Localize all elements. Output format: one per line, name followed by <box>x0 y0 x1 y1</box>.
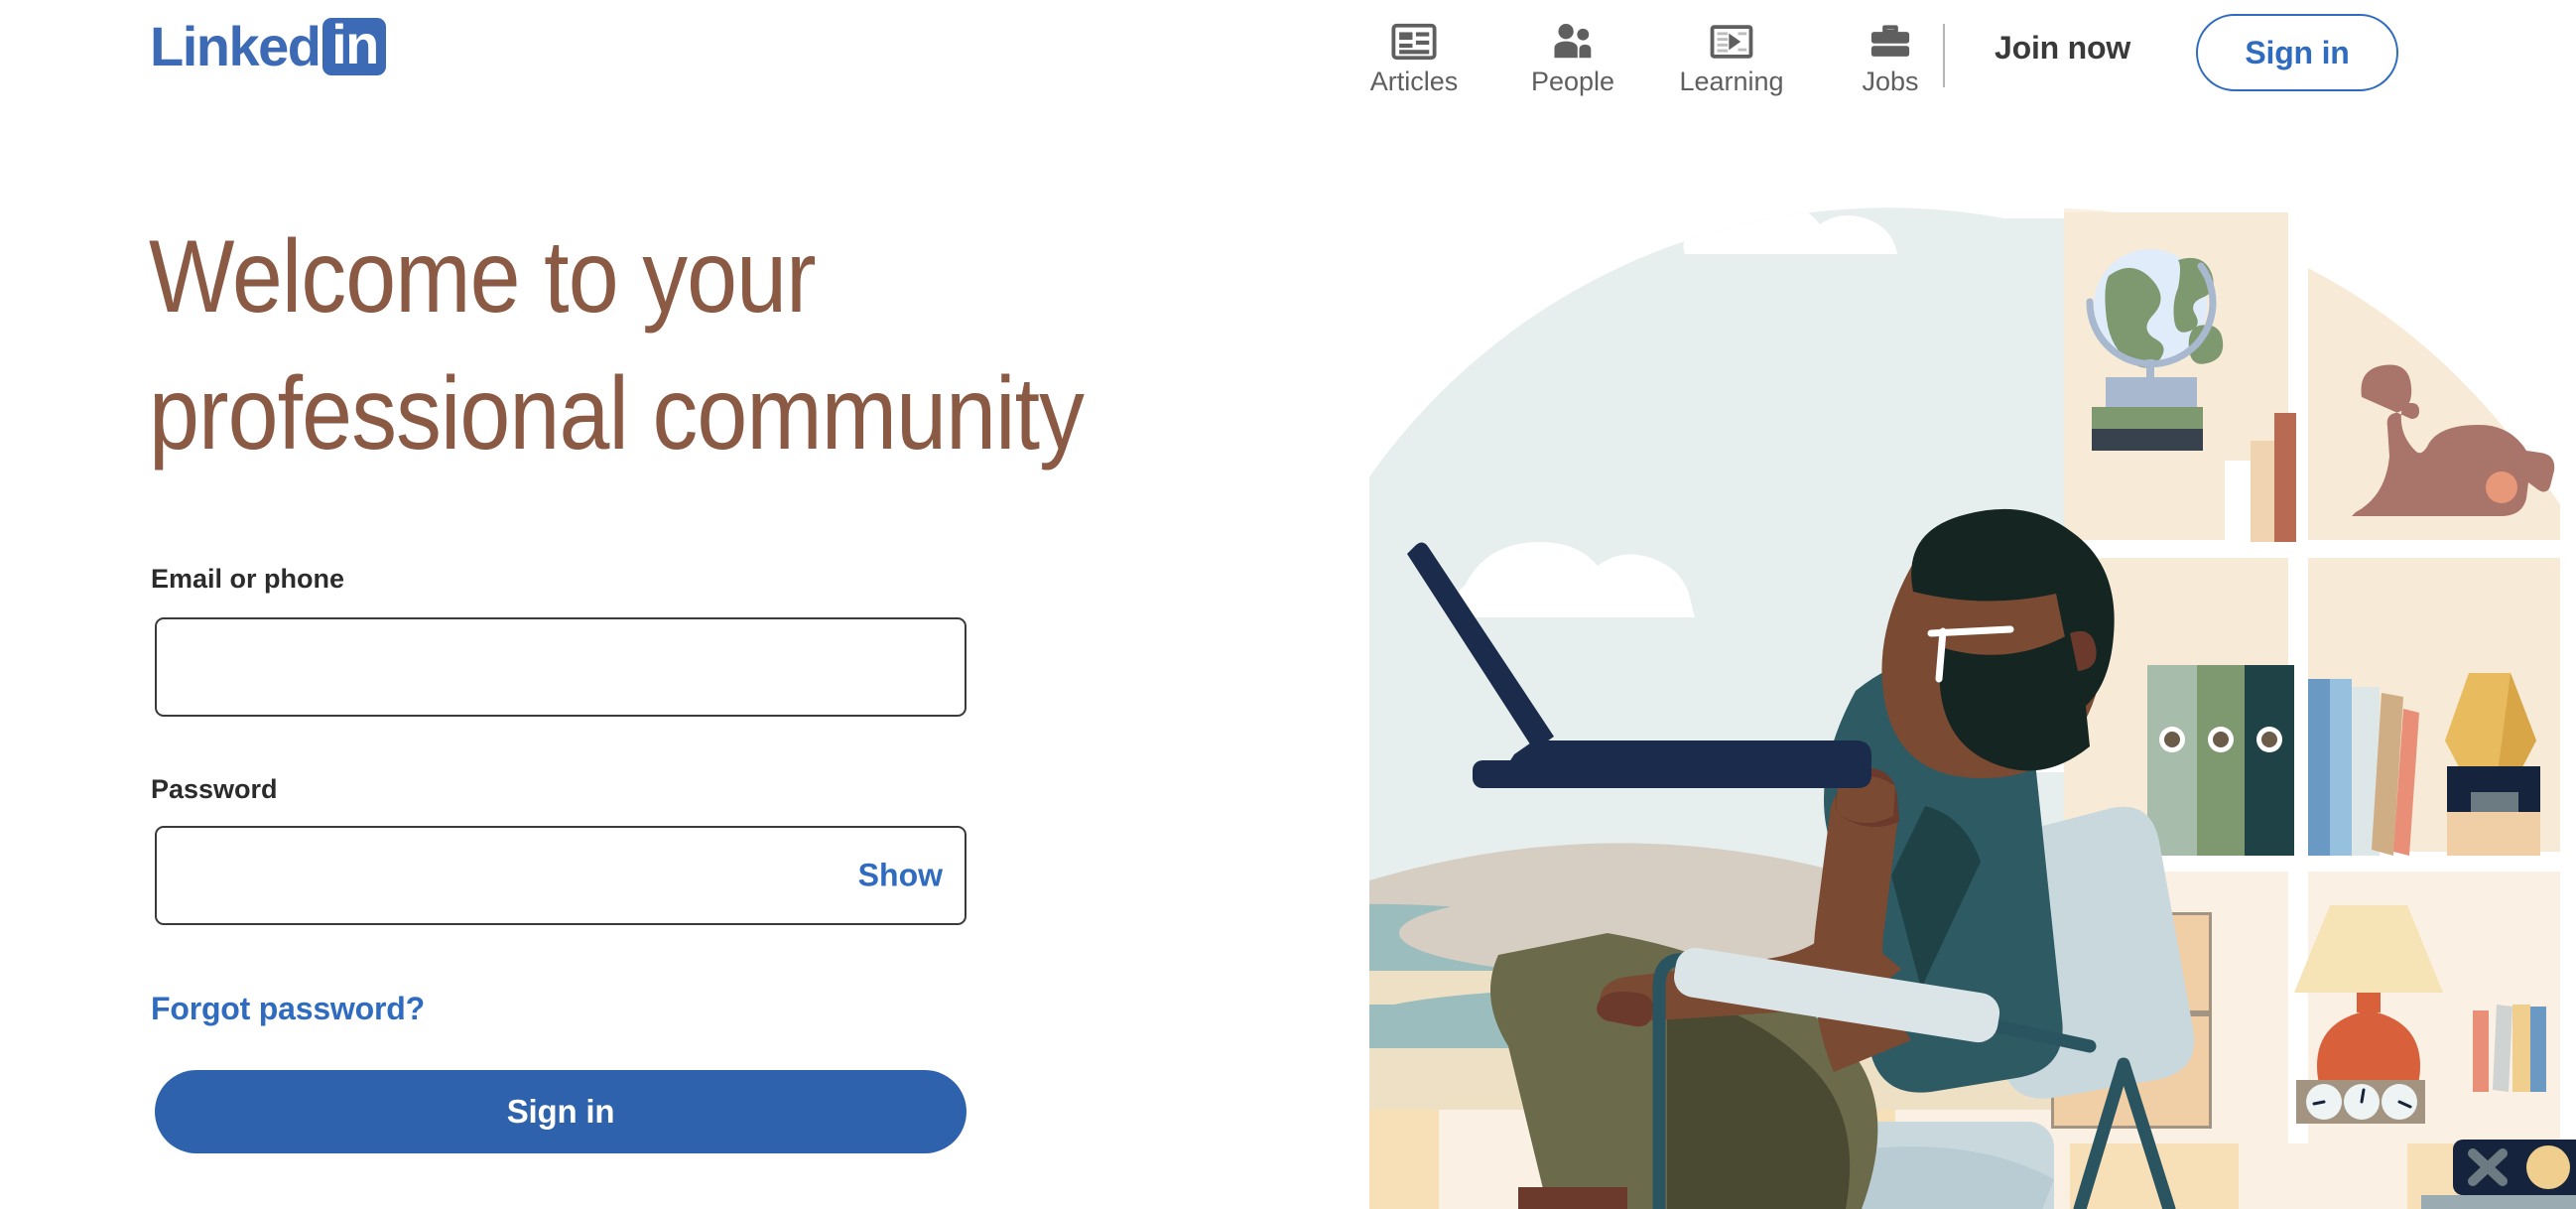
nav-item-label: Jobs <box>1862 66 1919 96</box>
articles-icon <box>1391 17 1437 63</box>
hero-illustration <box>1369 199 2576 1209</box>
nav-item-learning[interactable]: Learning <box>1652 0 1811 111</box>
email-field-label: Email or phone <box>151 564 345 594</box>
nav-item-label: People <box>1530 66 1615 96</box>
linkedin-login-page: Linked in Articles People Learning Jobs … <box>0 0 2576 1209</box>
nav-item-articles[interactable]: Articles <box>1335 0 1493 111</box>
nav-item-people[interactable]: People <box>1493 0 1652 111</box>
logo-wordmark: Linked <box>150 15 322 77</box>
email-input[interactable] <box>157 619 965 715</box>
logo-in-badge: in <box>322 17 387 75</box>
sign-in-submit-button[interactable]: Sign in <box>155 1070 966 1153</box>
nav-item-jobs[interactable]: Jobs <box>1811 0 1970 111</box>
floor-block-1 <box>1369 1110 1439 1209</box>
email-input-wrapper[interactable] <box>155 617 966 717</box>
nav-item-label: Articles <box>1369 66 1459 96</box>
password-input-wrapper[interactable]: Show <box>155 826 966 925</box>
binders <box>2147 665 2294 856</box>
password-input[interactable] <box>157 828 965 923</box>
mid-right-books <box>2308 679 2419 856</box>
headline-line-1: Welcome to your <box>149 219 817 335</box>
headline-line-2: professional community <box>149 356 1085 472</box>
clock-row <box>2296 1080 2425 1124</box>
show-password-button[interactable]: Show <box>858 858 943 894</box>
header-divider <box>1943 24 1945 87</box>
forgot-password-link[interactable]: Forgot password? <box>151 993 425 1024</box>
learning-icon <box>1709 17 1754 63</box>
nav-item-label: Learning <box>1679 66 1784 96</box>
header-sign-in-button[interactable]: Sign in <box>2196 14 2398 91</box>
join-now-button[interactable]: Join now <box>1995 32 2130 64</box>
primary-nav: Articles People Learning Jobs <box>1335 0 1970 111</box>
site-header: Linked in Articles People Learning Jobs … <box>0 0 2576 111</box>
shoe <box>1518 1187 1627 1209</box>
linkedin-logo[interactable]: Linked in <box>150 15 387 77</box>
password-field-label: Password <box>151 774 278 804</box>
jobs-icon <box>1868 17 1913 63</box>
page-headline: Welcome to your professional community <box>149 208 1162 483</box>
people-icon <box>1550 17 1596 63</box>
